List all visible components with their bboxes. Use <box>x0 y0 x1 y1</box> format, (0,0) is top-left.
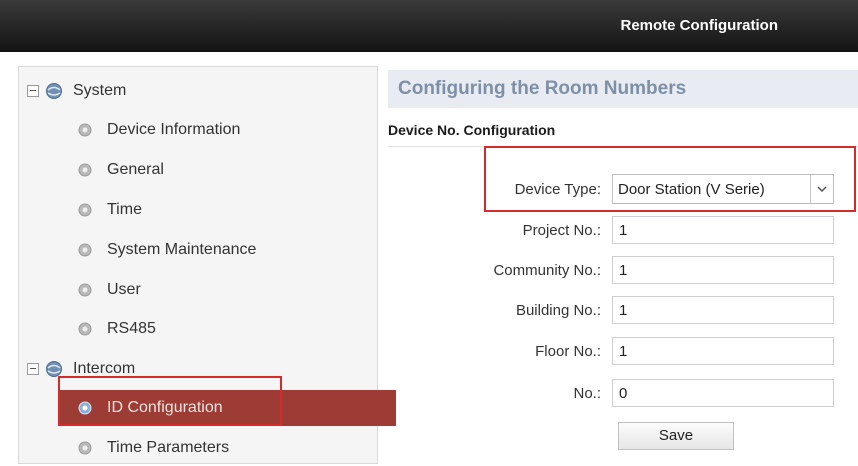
device-type-label: Device Type: <box>514 181 601 198</box>
project-no-label: Project No.: <box>522 222 601 239</box>
sidebar-item-label: User <box>107 281 141 298</box>
sidebar-item-label: RS485 <box>107 320 156 337</box>
sidebar-item-device-information[interactable]: Device Information <box>19 112 377 148</box>
save-button[interactable]: Save <box>618 422 734 450</box>
section-title: Device No. Configuration <box>388 122 556 138</box>
collapse-icon[interactable] <box>27 363 39 375</box>
page-header: Configuring the Room Numbers <box>388 70 858 108</box>
floor-no-input[interactable] <box>612 337 834 365</box>
sidebar-item-general[interactable]: General <box>19 152 377 188</box>
sidebar-item-label: General <box>107 161 164 178</box>
sidebar-item-time[interactable]: Time <box>19 192 377 228</box>
sidebar-item-label: System Maintenance <box>107 241 257 258</box>
gear-icon <box>78 163 92 177</box>
divider <box>388 146 858 147</box>
collapse-icon[interactable] <box>27 85 39 97</box>
globe-icon <box>46 83 62 99</box>
gear-icon <box>78 401 92 415</box>
tree-group-label: System <box>73 82 127 99</box>
sidebar-item-id-configuration[interactable]: ID Configuration <box>59 390 396 426</box>
device-type-value: Door Station (V Serie) <box>618 181 765 198</box>
floor-no-label: Floor No.: <box>535 343 601 360</box>
community-no-label: Community No.: <box>493 262 601 279</box>
no-label: No.: <box>573 385 601 402</box>
sidebar-item-time-parameters[interactable]: Time Parameters <box>19 430 377 466</box>
tree-group-system[interactable]: System <box>19 73 377 109</box>
device-type-select[interactable]: Door Station (V Serie) <box>612 174 834 204</box>
window-title: Remote Configuration <box>620 17 779 34</box>
sidebar-item-user[interactable]: User <box>19 272 377 308</box>
chevron-down-icon[interactable] <box>810 175 833 203</box>
gear-icon <box>78 123 92 137</box>
gear-icon <box>78 322 92 336</box>
sidebar-item-label: ID Configuration <box>107 399 223 416</box>
project-no-input[interactable] <box>612 216 834 244</box>
floor-no-row: Floor No.: <box>388 337 858 365</box>
building-no-input[interactable] <box>612 296 834 324</box>
sidebar-item-rs485[interactable]: RS485 <box>19 311 377 347</box>
community-no-input[interactable] <box>612 256 834 284</box>
sidebar-item-label: Time Parameters <box>107 439 230 456</box>
tree-group-label: Intercom <box>73 360 136 377</box>
gear-icon <box>78 441 92 455</box>
project-no-row: Project No.: <box>388 216 858 244</box>
page-title: Configuring the Room Numbers <box>398 78 687 99</box>
main-panel: Configuring the Room Numbers Device No. … <box>388 66 858 464</box>
building-no-row: Building No.: <box>388 296 858 324</box>
no-input[interactable] <box>612 379 834 407</box>
gear-icon <box>78 243 92 257</box>
title-bar: Remote Configuration <box>0 0 858 52</box>
sidebar-item-system-maintenance[interactable]: System Maintenance <box>19 232 377 268</box>
gear-icon <box>78 283 92 297</box>
config-tree-sidebar: System Device Information General Time S… <box>18 66 396 466</box>
no-row: No.: <box>388 379 858 407</box>
building-no-label: Building No.: <box>515 302 601 319</box>
sidebar-item-label: Time <box>107 201 142 218</box>
community-no-row: Community No.: <box>388 256 858 284</box>
gear-icon <box>78 203 92 217</box>
globe-icon <box>46 361 62 377</box>
sidebar-item-label: Device Information <box>107 121 241 138</box>
tree-group-intercom[interactable]: Intercom <box>19 351 377 387</box>
